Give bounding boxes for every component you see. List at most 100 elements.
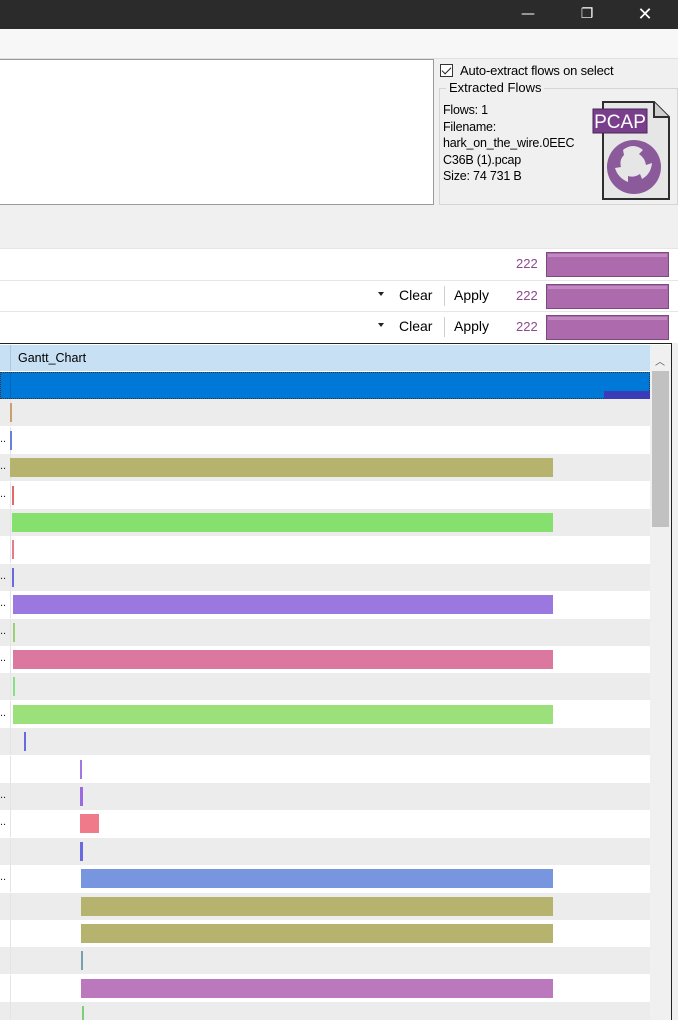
filter-count: 222: [516, 256, 538, 271]
clear-button[interactable]: Clear: [399, 318, 432, 334]
auto-extract-checkbox[interactable]: Auto-extract flows on select: [440, 61, 614, 79]
dropdown-arrow-icon[interactable]: [378, 323, 384, 327]
cell-separator: [10, 755, 11, 783]
gantt-bar: [12, 513, 553, 532]
restore-icon[interactable]: ❐: [564, 0, 610, 29]
scroll-up-icon[interactable]: ︿: [655, 353, 665, 368]
cell-separator: [10, 920, 11, 947]
cell-separator: [10, 646, 11, 673]
filter-histogram-bar: [546, 284, 669, 309]
filter-text-area[interactable]: [0, 59, 434, 205]
filter-histogram-bar: [546, 315, 669, 340]
vertical-scrollbar[interactable]: ︿: [650, 345, 671, 1020]
gantt-chart-column-header[interactable]: Gantt_Chart: [18, 351, 86, 365]
truncated-cell-text: ..: [0, 816, 7, 829]
close-icon[interactable]: ✕: [622, 0, 668, 29]
table-row[interactable]: ..: [0, 426, 650, 454]
table-row[interactable]: [0, 509, 650, 536]
table-row[interactable]: ..: [0, 591, 650, 619]
table-row[interactable]: ..: [0, 563, 650, 591]
gantt-bar: [80, 814, 99, 834]
truncated-cell-text: ..: [0, 789, 7, 801]
gantt-bar: [10, 403, 12, 423]
cell-separator: [10, 837, 11, 865]
auto-extract-label: Auto-extract flows on select: [460, 62, 614, 78]
filename-line-2: C36B (1).pcap: [443, 152, 521, 167]
table-row[interactable]: [0, 728, 650, 756]
gantt-bar: [13, 704, 553, 724]
cell-separator: [10, 591, 11, 619]
apply-button[interactable]: Apply: [454, 287, 489, 303]
table-row[interactable]: [0, 372, 650, 409]
pcap-file-icon[interactable]: PCAP: [592, 100, 672, 202]
table-row[interactable]: [0, 892, 650, 920]
cell-separator: [10, 481, 11, 509]
filter-row-1: 222: [0, 248, 678, 280]
table-row[interactable]: [0, 920, 650, 947]
filter-row-2: Clear Apply 222: [0, 280, 678, 312]
table-row[interactable]: [0, 536, 650, 564]
table-row[interactable]: ..: [0, 700, 650, 728]
gantt-bar: [81, 978, 553, 998]
table-row[interactable]: [0, 673, 650, 701]
truncated-cell-text: ..: [0, 706, 7, 719]
table-row[interactable]: [0, 1002, 650, 1020]
truncated-cell-text: ..: [0, 871, 7, 884]
table-row[interactable]: ..: [0, 646, 650, 673]
table-row[interactable]: [0, 974, 650, 1002]
truncated-cell-text: ..: [0, 460, 7, 473]
toolbar-separator: [444, 317, 445, 337]
gantt-bar: [13, 622, 15, 642]
truncated-cell-text: ..: [0, 652, 7, 664]
gantt-bar: [81, 924, 553, 943]
gantt-bar: [81, 951, 83, 971]
truncated-cell-text: ..: [0, 597, 7, 610]
cell-separator: [10, 536, 11, 564]
cell-separator: [10, 892, 11, 920]
cell-separator: [10, 673, 11, 701]
table-row[interactable]: [0, 947, 650, 975]
grid-header: Gantt_Chart: [0, 345, 650, 371]
filter-count: 222: [516, 288, 538, 303]
table-row[interactable]: [0, 837, 650, 865]
cell-separator: [10, 865, 11, 893]
table-row[interactable]: [0, 399, 650, 427]
cell-separator: [10, 700, 11, 728]
file-size: Size: 74 731 B: [443, 169, 522, 183]
filter-row-3: Clear Apply 222: [0, 311, 678, 343]
filter-count: 222: [516, 319, 538, 334]
apply-button[interactable]: Apply: [454, 318, 489, 334]
clear-button[interactable]: Clear: [399, 287, 432, 303]
cell-separator: [10, 372, 11, 399]
gantt-bar: [24, 732, 26, 752]
cell-separator: [10, 810, 11, 838]
table-row[interactable]: ..: [0, 783, 650, 810]
pcap-badge-text: PCAP: [594, 112, 646, 133]
flows-grid[interactable]: Gantt_Chart ...................... ︿: [0, 343, 672, 1020]
cell-separator: [10, 618, 11, 646]
gantt-bar: [80, 787, 83, 806]
truncated-cell-text: ..: [0, 487, 7, 500]
gantt-bar: [13, 677, 15, 697]
cell-separator: [10, 783, 11, 810]
tool-strip: [0, 29, 678, 59]
table-row[interactable]: ..: [0, 865, 650, 893]
column-separator[interactable]: [10, 345, 11, 371]
filter-histogram-bar: [546, 252, 669, 277]
minimize-icon[interactable]: —: [505, 0, 551, 29]
gantt-bar: [81, 896, 553, 916]
checkbox-check-icon[interactable]: [440, 63, 453, 77]
filename-line-1: hark_on_the_wire.0EEC: [443, 136, 575, 150]
scrollbar-thumb[interactable]: [652, 371, 669, 527]
flows-count: Flows: 1: [443, 103, 488, 117]
cell-separator: [10, 1002, 11, 1020]
table-row[interactable]: [0, 755, 650, 783]
table-row[interactable]: ..: [0, 454, 650, 482]
cell-separator: [10, 509, 11, 536]
truncated-cell-text: ..: [0, 432, 7, 445]
table-row[interactable]: ..: [0, 810, 650, 838]
table-row[interactable]: ..: [0, 481, 650, 509]
gantt-bar: [82, 1006, 84, 1020]
table-row[interactable]: ..: [0, 618, 650, 646]
dropdown-arrow-icon[interactable]: [378, 292, 384, 296]
